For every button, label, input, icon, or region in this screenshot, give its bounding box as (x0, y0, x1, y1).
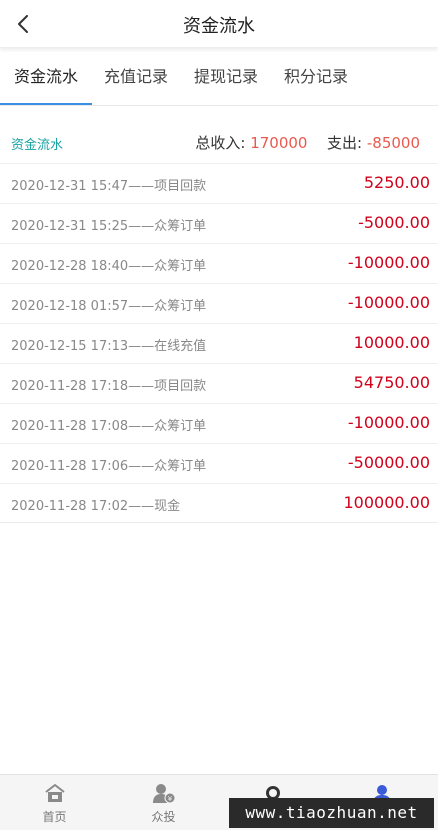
summary-label: 资金流水 (11, 138, 64, 153)
summary-bar: 资金流水 总收入: 170000 支出: -85000 (0, 124, 438, 162)
transaction-amount: -10000.00 (347, 413, 430, 432)
transaction-amount: -5000.00 (358, 213, 430, 232)
transaction-description: 2020-12-15 17:13——在线充值 (11, 339, 207, 354)
nav-home[interactable]: 首页 (0, 775, 109, 830)
transaction-description: 2020-11-28 17:06——众筹订单 (11, 459, 207, 474)
transaction-row: 2020-11-28 17:06——众筹订单 -50000.00 (0, 443, 438, 483)
transaction-description: 2020-12-31 15:25——众筹订单 (11, 219, 207, 234)
tab-points-records[interactable]: 积分记录 (274, 52, 358, 106)
nav-invest-label: 众投 (151, 810, 176, 824)
transaction-row: 2020-12-31 15:47——项目回款 5250.00 (0, 163, 438, 203)
site-watermark: www.tiaozhuan.net (229, 798, 434, 828)
transaction-row: 2020-11-28 17:02——现金 100000.00 (0, 483, 438, 523)
transaction-description: 2020-12-18 01:57——众筹订单 (11, 299, 207, 314)
top-header: 资金流水 (0, 0, 438, 48)
income-label: 总收入: (195, 134, 246, 152)
svg-text:¥: ¥ (167, 795, 172, 803)
tab-withdraw-records[interactable]: 提现记录 (184, 52, 268, 106)
nav-invest[interactable]: ¥ 众投 (109, 775, 218, 830)
transaction-description: 2020-11-28 17:08——众筹订单 (11, 419, 207, 434)
page-title: 资金流水 (183, 16, 255, 37)
income-value: 170000 (250, 134, 308, 152)
transaction-row: 2020-12-18 01:57——众筹订单 -10000.00 (0, 283, 438, 323)
tab-bar: 资金流水 充值记录 提现记录 积分记录 (0, 52, 438, 106)
transaction-description: 2020-11-28 17:18——项目回款 (11, 379, 207, 394)
transaction-amount: -10000.00 (347, 293, 430, 312)
transaction-amount: 10000.00 (353, 333, 430, 352)
transaction-list: 2020-12-31 15:47——项目回款 5250.00 2020-12-3… (0, 163, 438, 523)
transaction-description: 2020-12-31 15:47——项目回款 (11, 179, 207, 194)
transaction-amount: 5250.00 (363, 173, 430, 192)
expense-label: 支出: (327, 134, 363, 152)
expense-value: -85000 (366, 134, 420, 152)
transaction-row: 2020-11-28 17:18——项目回款 54750.00 (0, 363, 438, 403)
tab-recharge-records[interactable]: 充值记录 (94, 52, 178, 106)
transaction-row: 2020-12-31 15:25——众筹订单 -5000.00 (0, 203, 438, 243)
tab-fund-flow[interactable]: 资金流水 (4, 52, 88, 106)
transaction-description: 2020-12-28 18:40——众筹订单 (11, 259, 207, 274)
transaction-row: 2020-12-15 17:13——在线充值 10000.00 (0, 323, 438, 363)
transaction-amount: -10000.00 (347, 253, 430, 272)
transaction-description: 2020-11-28 17:02——现金 (11, 499, 181, 514)
home-icon (44, 784, 65, 802)
transaction-amount: -50000.00 (347, 453, 430, 472)
transaction-row: 2020-11-28 17:08——众筹订单 -10000.00 (0, 403, 438, 443)
transaction-amount: 54750.00 (353, 373, 430, 392)
transaction-amount: 100000.00 (343, 493, 430, 512)
active-tab-indicator (0, 103, 92, 105)
invest-icon: ¥ (152, 784, 175, 804)
nav-home-label: 首页 (42, 810, 67, 824)
summary-totals: 总收入: 170000 支出: -85000 (195, 132, 420, 153)
transaction-row: 2020-12-28 18:40——众筹订单 -10000.00 (0, 243, 438, 283)
